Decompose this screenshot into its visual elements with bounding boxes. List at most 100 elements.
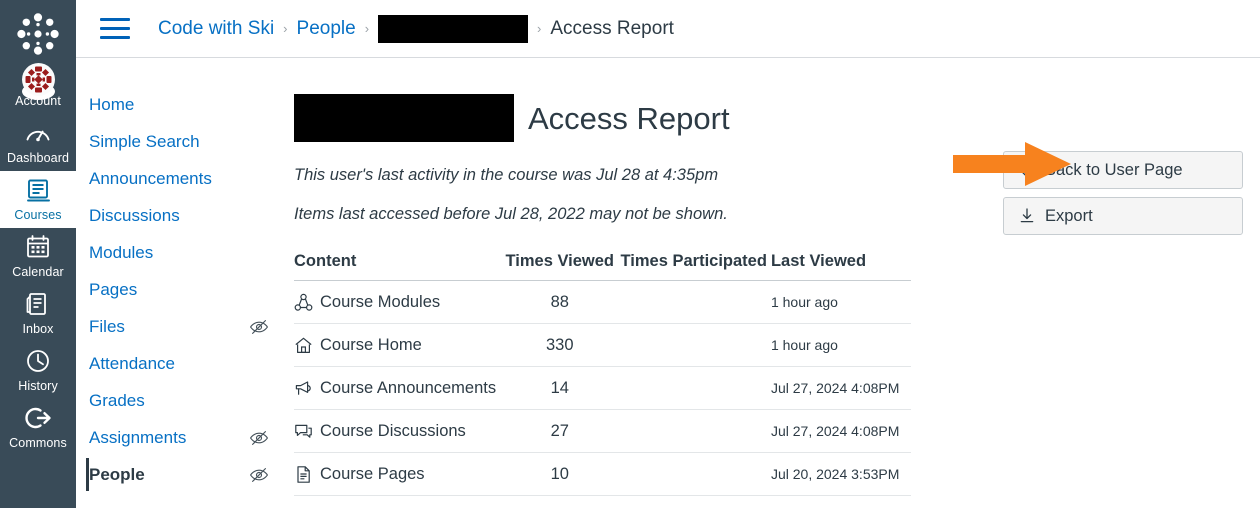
table-row[interactable]: Course Home 330 1 hour ago bbox=[294, 323, 911, 367]
cell-content: Course Discussions bbox=[294, 409, 503, 453]
discussions-icon bbox=[294, 422, 313, 441]
chevron-right-icon: › bbox=[537, 21, 542, 36]
cell-times-viewed: 10 bbox=[503, 452, 617, 496]
content-wrapper: Code with Ski › People › › Access Report… bbox=[76, 0, 1260, 508]
course-nav-item-discussions[interactable]: Discussions bbox=[76, 197, 289, 234]
hamburger-icon[interactable] bbox=[100, 14, 134, 44]
cell-times-participated bbox=[616, 280, 771, 324]
row-label: Course Discussions bbox=[320, 421, 466, 440]
calendar-icon bbox=[0, 234, 76, 264]
cell-times-viewed: 27 bbox=[503, 409, 617, 453]
cell-times-participated bbox=[616, 323, 771, 367]
breadcrumb-item-user-redacted[interactable] bbox=[378, 14, 529, 43]
eye-off-icon bbox=[249, 428, 269, 448]
table-row[interactable]: Course Files 9 Jul 20, 2024 12:57PM bbox=[294, 495, 911, 508]
pages-icon bbox=[294, 465, 313, 484]
cell-times-participated bbox=[616, 366, 771, 410]
course-nav-item-pages[interactable]: Pages bbox=[76, 271, 289, 308]
user-name-redacted bbox=[294, 94, 514, 142]
download-icon bbox=[1018, 207, 1036, 225]
course-nav-label: Grades bbox=[89, 391, 145, 410]
cell-content: Course Announcements bbox=[294, 366, 503, 410]
row-label: Course Pages bbox=[320, 464, 425, 483]
cell-last-viewed: Jul 27, 2024 4:08PM bbox=[770, 409, 911, 453]
column-header-times-participated[interactable]: Times Participated bbox=[616, 251, 771, 281]
course-nav-item-people[interactable]: People bbox=[76, 456, 289, 493]
modules-icon bbox=[294, 293, 313, 312]
course-nav-label: Attendance bbox=[89, 354, 176, 373]
avatar bbox=[0, 63, 76, 100]
breadcrumb-item-course[interactable]: Code with Ski bbox=[158, 18, 274, 40]
commons-icon bbox=[0, 405, 76, 435]
export-button[interactable]: Export bbox=[1003, 197, 1243, 235]
table-row[interactable]: Course Modules 88 1 hour ago bbox=[294, 280, 911, 324]
course-nav-item-simple-search[interactable]: Simple Search bbox=[76, 123, 289, 160]
cell-last-viewed: 1 hour ago bbox=[770, 323, 911, 367]
export-label: Export bbox=[1045, 206, 1093, 225]
table-header-row: Content Times Viewed Times Participated … bbox=[294, 251, 911, 281]
course-nav-label: Pages bbox=[89, 280, 138, 299]
cell-times-participated bbox=[616, 409, 771, 453]
global-nav-label-dashboard: Dashboard bbox=[6, 151, 70, 165]
course-nav-label: Assignments bbox=[89, 428, 187, 447]
global-navigation: Account Dashboard Courses Calendar Inbox… bbox=[0, 0, 76, 508]
column-header-last-viewed[interactable]: Last Viewed bbox=[770, 251, 911, 281]
cell-times-viewed: 88 bbox=[503, 280, 617, 324]
column-header-content[interactable]: Content bbox=[294, 251, 503, 281]
course-nav-item-modules[interactable]: Modules bbox=[76, 234, 289, 271]
cell-times-viewed: 9 bbox=[503, 495, 617, 508]
cell-last-viewed: Jul 20, 2024 12:57PM bbox=[770, 495, 911, 508]
avatar-image bbox=[21, 63, 55, 100]
course-nav-label: Simple Search bbox=[89, 132, 200, 151]
global-nav-item-account[interactable]: Account bbox=[0, 57, 76, 114]
breadcrumb-item-current: Access Report bbox=[550, 17, 674, 39]
course-nav-item-attendance[interactable]: Attendance bbox=[76, 345, 289, 382]
course-nav-label: Modules bbox=[89, 243, 154, 262]
cell-times-participated bbox=[616, 495, 771, 508]
table-header: Content Times Viewed Times Participated … bbox=[294, 251, 911, 281]
back-to-user-page-button[interactable]: Back to User Page bbox=[1003, 151, 1243, 189]
course-nav-item-assignments[interactable]: Assignments bbox=[76, 419, 289, 456]
canvas-logo[interactable] bbox=[15, 11, 61, 57]
table-row[interactable]: Course Announcements 14 Jul 27, 2024 4:0… bbox=[294, 366, 911, 410]
course-nav-label: Home bbox=[89, 95, 135, 114]
course-nav-item-grades[interactable]: Grades bbox=[76, 382, 289, 419]
global-nav-item-commons[interactable]: Commons bbox=[0, 399, 76, 456]
column-header-times-viewed[interactable]: Times Viewed bbox=[503, 251, 617, 281]
table-body: Course Modules 88 1 hour ago Course Home… bbox=[294, 280, 911, 508]
global-nav-item-history[interactable]: History bbox=[0, 342, 76, 399]
global-nav-label-history: History bbox=[18, 379, 58, 393]
table-row[interactable]: Course Pages 10 Jul 20, 2024 3:53PM bbox=[294, 452, 911, 496]
cell-times-viewed: 330 bbox=[503, 323, 617, 367]
action-buttons: Back to User Page Export bbox=[1003, 151, 1243, 235]
global-nav-item-dashboard[interactable]: Dashboard bbox=[0, 114, 76, 171]
chevron-right-icon: › bbox=[364, 21, 370, 36]
hamburger-line bbox=[100, 27, 130, 30]
eye-off-icon bbox=[249, 317, 269, 337]
global-nav-label-calendar: Calendar bbox=[12, 265, 64, 279]
eye-off-icon bbox=[249, 465, 269, 485]
arrow-left-icon bbox=[1018, 161, 1036, 179]
page-title: Access Report bbox=[528, 100, 730, 136]
body-columns: Home Simple Search Announcements Discuss… bbox=[76, 58, 1260, 508]
breadcrumb-item-people[interactable]: People bbox=[297, 18, 356, 40]
cell-content: Course Pages bbox=[294, 452, 503, 496]
course-nav-item-announcements[interactable]: Announcements bbox=[76, 160, 289, 197]
cell-last-viewed: 1 hour ago bbox=[770, 280, 911, 324]
global-nav-item-courses[interactable]: Courses bbox=[0, 171, 76, 228]
global-nav-label-courses: Courses bbox=[14, 208, 62, 222]
breadcrumb-bar: Code with Ski › People › › Access Report bbox=[76, 0, 1260, 58]
global-nav-item-calendar[interactable]: Calendar bbox=[0, 228, 76, 285]
hamburger-line bbox=[100, 36, 130, 39]
courses-icon bbox=[0, 177, 76, 207]
cell-last-viewed: Jul 27, 2024 4:08PM bbox=[770, 366, 911, 410]
course-nav-label: People bbox=[89, 465, 145, 484]
row-label: Course Announcements bbox=[320, 378, 497, 397]
access-report-table: Content Times Viewed Times Participated … bbox=[294, 251, 911, 508]
course-nav-item-home[interactable]: Home bbox=[76, 86, 289, 123]
global-nav-label-commons: Commons bbox=[9, 436, 67, 450]
cell-content: Course Home bbox=[294, 323, 503, 367]
global-nav-item-inbox[interactable]: Inbox bbox=[0, 285, 76, 342]
course-nav-item-files[interactable]: Files bbox=[76, 308, 289, 345]
table-row[interactable]: Course Discussions 27 Jul 27, 2024 4:08P… bbox=[294, 409, 911, 453]
